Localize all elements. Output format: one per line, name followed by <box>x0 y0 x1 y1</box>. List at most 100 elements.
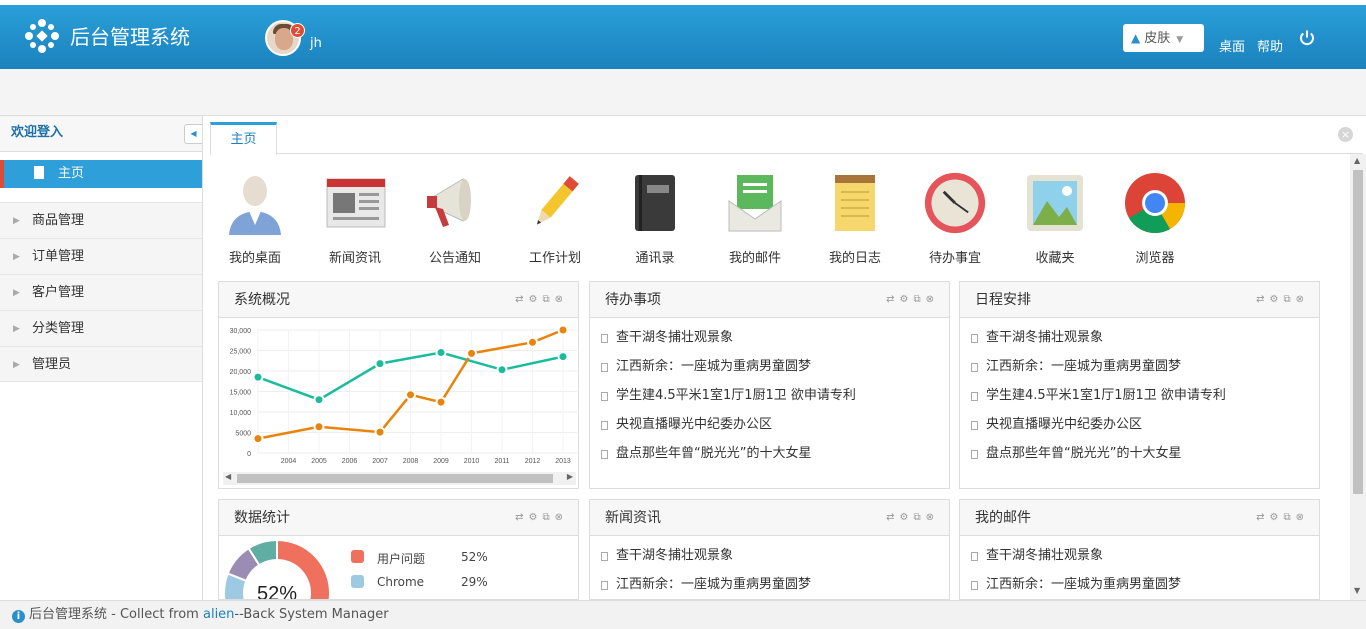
top-bar: 后台管理系统 2 jh ▲ 皮肤 ▼ 桌面 帮助 <box>0 5 1366 69</box>
panel-tools[interactable]: ⇄⚙⧉⊗ <box>1256 282 1309 318</box>
scroll-left-icon[interactable]: ◀ <box>225 472 231 481</box>
panel-tools[interactable]: ⇄⚙⧉⊗ <box>886 282 939 318</box>
data-point <box>374 358 386 370</box>
x-tick-label: 2007 <box>372 458 388 465</box>
app-browser[interactable]: 浏览器 <box>1115 171 1195 266</box>
y-tick-label: 30,000 <box>230 328 252 335</box>
list-item[interactable]: 查干湖冬捕壮观景象 <box>960 543 1319 572</box>
list-item[interactable]: 盘点那些年曾“脱光光”的十大女星 <box>960 441 1319 470</box>
file-icon <box>971 552 978 561</box>
scroll-up-icon[interactable]: ▲ <box>1354 156 1360 165</box>
list-item[interactable]: 学生建4.5平米1室1厅1厨1卫 欲申请专利 <box>590 383 949 412</box>
app-my-desktop[interactable]: 我的桌面 <box>215 171 295 266</box>
close-tabs-icon[interactable]: × <box>1338 127 1353 142</box>
app-mail[interactable]: 我的邮件 <box>715 171 795 266</box>
panel-title: 日程安排 <box>975 292 1031 308</box>
data-point <box>435 347 447 359</box>
notification-badge: 2 <box>290 23 305 38</box>
username[interactable]: jh <box>310 36 322 51</box>
list-item[interactable]: 盘点那些年曾“脱光光”的十大女星 <box>590 441 949 470</box>
data-point <box>405 389 416 401</box>
list-item[interactable]: 央视直播曝光中纪委办公区 <box>960 412 1319 441</box>
app-work-plan[interactable]: 工作计划 <box>515 171 595 266</box>
file-icon <box>601 392 608 401</box>
pencil-icon <box>537 176 579 225</box>
skin-label: 皮肤 <box>1144 31 1171 46</box>
vertical-scrollbar[interactable]: ▲ ▼ <box>1350 154 1366 600</box>
pie-chart: 52% <box>223 538 331 599</box>
list-item[interactable]: 查干湖冬捕壮观景象 <box>590 543 949 572</box>
x-tick-label: 2009 <box>433 458 449 465</box>
app-journal[interactable]: 我的日志 <box>815 171 895 266</box>
mail-icon <box>728 175 782 232</box>
clock-icon <box>924 172 986 234</box>
app-label: 新闻资讯 <box>328 251 381 266</box>
sidebar-item-products[interactable]: ▶ 商品管理 <box>0 202 202 238</box>
list-item[interactable]: 江西新余：一座城为重病男童圆梦 <box>590 354 949 383</box>
sidebar-item-label: 主页 <box>58 166 85 181</box>
sidebar-item-home[interactable]: 主页 <box>0 160 202 188</box>
list-item[interactable]: 江西新余：一座城为重病男童圆梦 <box>960 354 1319 383</box>
y-tick-label: 10,000 <box>230 410 252 417</box>
panel-tools[interactable]: ⇄⚙⧉⊗ <box>515 282 568 318</box>
sidebar-item-orders[interactable]: ▶ 订单管理 <box>0 238 202 274</box>
chevron-right-icon: ▶ <box>13 360 20 370</box>
legend-label: 用户问题 <box>377 552 426 566</box>
logo-icon <box>25 19 59 53</box>
app-label: 我的邮件 <box>728 251 781 266</box>
schedule-list: 查干湖冬捕壮观景象 江西新余：一座城为重病男童圆梦 学生建4.5平米1室1厅1厨… <box>960 318 1319 470</box>
app-notice[interactable]: 公告通知 <box>415 171 495 266</box>
app-favorites[interactable]: 收藏夹 <box>1015 171 1095 266</box>
skin-dropdown[interactable]: ▲ 皮肤 ▼ <box>1123 24 1204 52</box>
panel-tools[interactable]: ⇄⚙⧉⊗ <box>886 500 939 536</box>
address-book-icon <box>635 175 675 231</box>
sidebar-item-admins[interactable]: ▶ 管理员 <box>0 346 202 382</box>
app-label: 通讯录 <box>635 251 675 266</box>
x-tick-label: 2006 <box>342 458 358 465</box>
app-contacts[interactable]: 通讯录 <box>615 171 695 266</box>
app-title: 后台管理系统 <box>70 25 190 49</box>
scroll-down-icon[interactable]: ▼ <box>1354 586 1360 595</box>
list-item[interactable]: 学生建4.5平米1室1厅1厨1卫 欲申请专利 <box>960 383 1319 412</box>
sidebar-item-label: 商品管理 <box>32 213 85 228</box>
panel-header: 系统概况 ⇄⚙⧉⊗ <box>219 282 578 318</box>
app-label: 公告通知 <box>428 251 481 266</box>
y-tick-label: 0 <box>247 451 251 458</box>
sidebar-item-categories[interactable]: ▶ 分类管理 <box>0 310 202 346</box>
data-point <box>435 396 447 408</box>
panel-tools[interactable]: ⇄⚙⧉⊗ <box>1256 500 1309 536</box>
sidebar-item-label: 管理员 <box>32 357 72 372</box>
power-icon[interactable] <box>1298 29 1316 47</box>
tab-home[interactable]: 主页 <box>210 122 277 155</box>
scrollbar-thumb[interactable] <box>1353 170 1363 494</box>
document-icon <box>34 166 44 179</box>
panel-system-overview: 系统概况 ⇄⚙⧉⊗ 30,000 25,000 20,000 15,000 10,000… <box>218 281 594 489</box>
help-link[interactable]: 帮助 <box>1257 36 1283 55</box>
app-todo[interactable]: 待办事宜 <box>915 171 995 266</box>
panel-todo: 待办事项 ⇄⚙⧉⊗ 查干湖冬捕壮观景象 江西新余：一座城为重病男童圆梦 学生建4… <box>589 281 950 489</box>
legend-value: 52% <box>461 550 488 564</box>
list-item[interactable]: 央视直播曝光中纪委办公区 <box>590 412 949 441</box>
main-content: 主页 × ▲ ▼ 我的桌面 新闻资讯 公告通知 工作计划 通讯录 我的邮件 我的… <box>203 116 1366 600</box>
desktop-link[interactable]: 桌面 <box>1219 36 1245 55</box>
sidebar-item-customers[interactable]: ▶ 客户管理 <box>0 274 202 310</box>
list-item[interactable]: 江西新余：一座城为重病男童圆梦 <box>590 572 949 599</box>
list-item[interactable]: 查干湖冬捕壮观景象 <box>590 325 949 354</box>
caret-down-icon: ▼ <box>1176 35 1184 45</box>
app-label: 收藏夹 <box>1035 251 1075 266</box>
panel-tools[interactable]: ⇄⚙⧉⊗ <box>515 500 568 536</box>
chart-scrollbar[interactable]: ◀ ▶ <box>223 472 576 485</box>
footer-link[interactable]: alien <box>203 607 234 622</box>
list-item[interactable]: 查干湖冬捕壮观景象 <box>960 325 1319 354</box>
data-point <box>313 421 325 433</box>
list-item[interactable]: 江西新余：一座城为重病男童圆梦 <box>960 572 1319 599</box>
scroll-right-icon[interactable]: ▶ <box>567 472 573 481</box>
sidebar-header: 欢迎登入 ◀ <box>0 116 202 152</box>
chevron-right-icon: ▶ <box>13 324 20 334</box>
chart-scrollbar-thumb[interactable] <box>237 474 553 483</box>
collapse-sidebar-button[interactable]: ◀ <box>184 124 202 144</box>
panel-header: 新闻资讯 ⇄⚙⧉⊗ <box>590 500 949 536</box>
chevron-right-icon: ▶ <box>13 252 20 262</box>
file-icon <box>601 581 608 590</box>
app-news[interactable]: 新闻资讯 <box>315 171 395 266</box>
